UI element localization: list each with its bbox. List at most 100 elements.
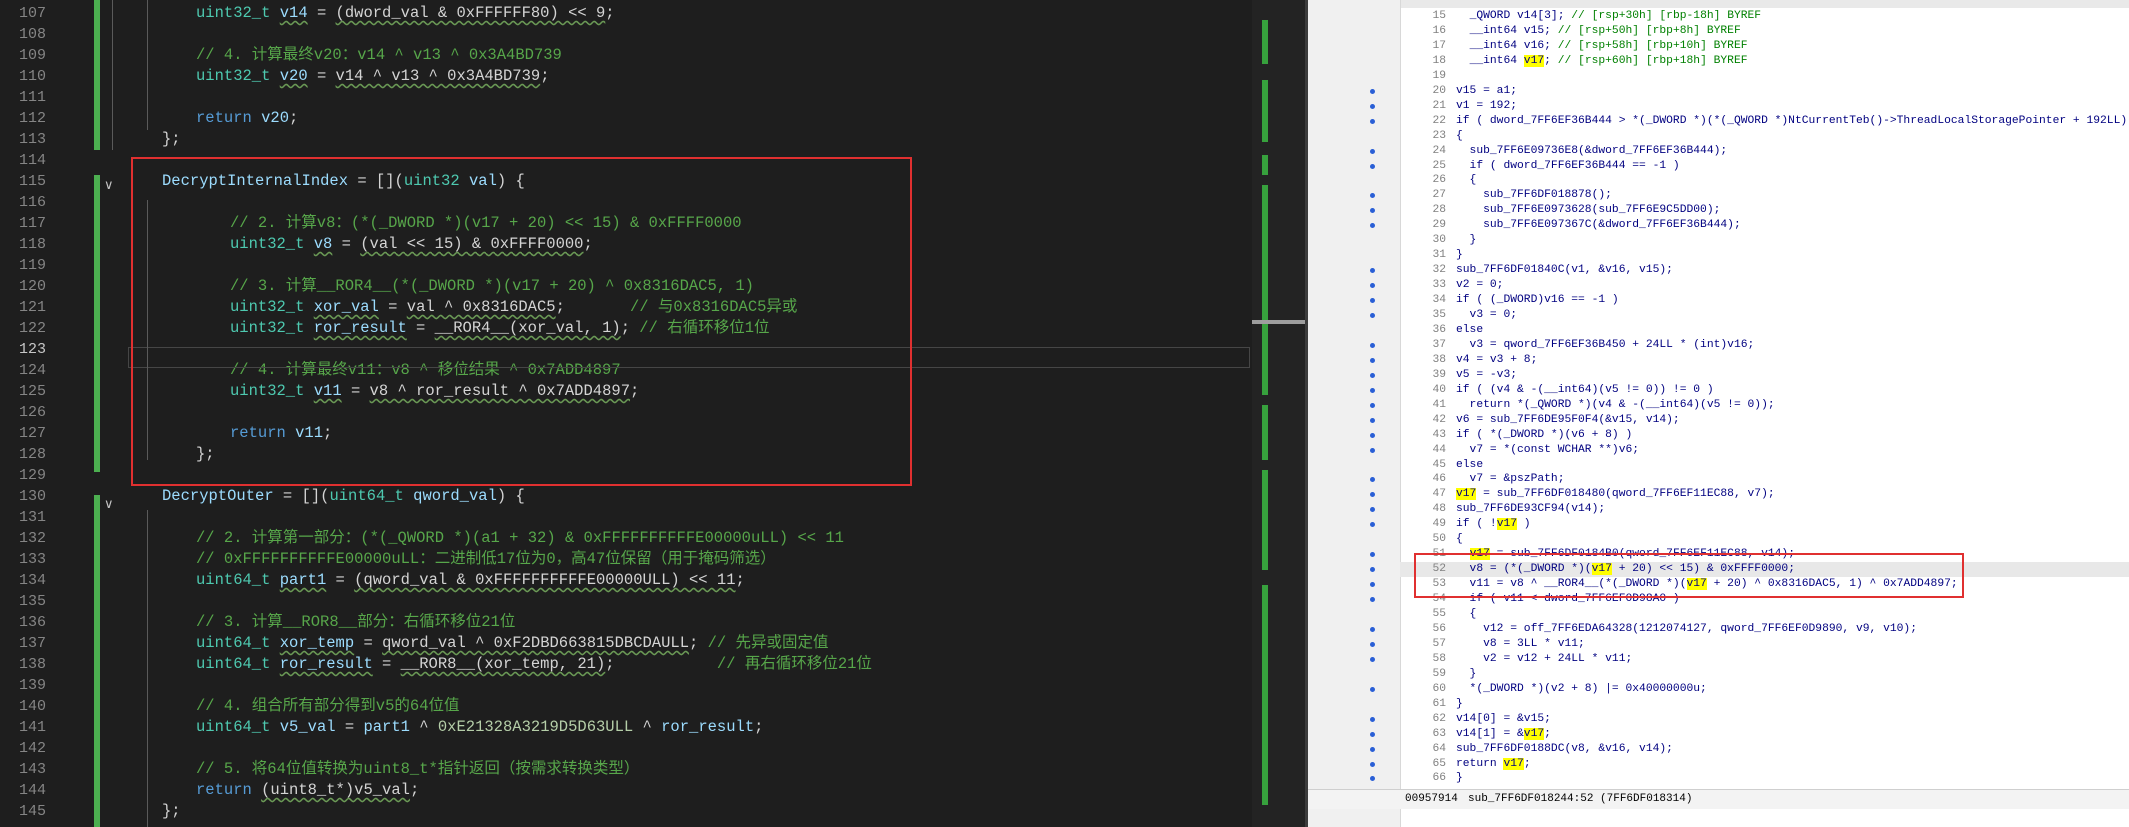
breakpoint-dot-icon[interactable] <box>1370 746 1375 752</box>
decompiler-line[interactable]: 32 sub_7FF6DF01840C(v1, &v16, v15); <box>1400 263 2129 278</box>
decompiler-token: { <box>1456 608 1477 620</box>
decompiler-line[interactable]: 43 if ( *(_DWORD *)(v6 + 8) ) <box>1400 428 2129 443</box>
decompiler-line[interactable]: 62 v14[0] = &v15; <box>1400 712 2129 727</box>
decompiler-token: v12 = off_7FF6EDA64328(1212074127, qword… <box>1456 622 1917 635</box>
fold-chevron-icon[interactable]: ∨ <box>104 497 114 512</box>
line-number: 116 <box>18 194 46 211</box>
code-line[interactable]: // 4. 计算最终v20：v14 ^ v13 ^ 0x3A4BD739 <box>196 45 562 66</box>
decompiler-line[interactable]: 33 v2 = 0; <box>1400 278 2129 293</box>
code-line[interactable]: return v20; <box>196 108 298 129</box>
breakpoint-dot-icon[interactable] <box>1370 342 1375 348</box>
decompiler-line[interactable]: 49 if ( !v17 ) <box>1400 517 2129 532</box>
breakpoint-dot-icon[interactable] <box>1370 103 1375 109</box>
decompiler-line[interactable]: 18 __int64 v17; // [rsp+60h] [rbp+18h] B… <box>1400 54 2129 69</box>
decompiler-line[interactable]: 38 v4 = v3 + 8; <box>1400 353 2129 368</box>
code-line[interactable]: // 3. 计算__ROR8__部分：右循环移位21位 <box>196 612 515 633</box>
decompiler-line[interactable]: 66} <box>1400 771 2129 786</box>
decompiler-line[interactable]: 64 sub_7FF6DF0188DC(v8, &v16, v14); <box>1400 742 2129 757</box>
decompiler-line[interactable]: 46 v7 = &pszPath; <box>1400 472 2129 487</box>
decompiler-line[interactable]: 28 sub_7FF6E0973628(sub_7FF6E9C5DD00); <box>1400 203 2129 218</box>
code-line[interactable]: DecryptOuter = [](uint64_t qword_val) { <box>162 486 525 507</box>
decompiler-token: { <box>1456 129 1463 142</box>
decompiler-line[interactable]: 34 if ( (_DWORD)v16 == -1 ) <box>1400 293 2129 308</box>
decompiler-line[interactable]: 31} <box>1400 248 2129 263</box>
breakpoint-dot-icon[interactable] <box>1370 357 1375 363</box>
breakpoint-dot-icon[interactable] <box>1370 402 1375 408</box>
breakpoint-dot-icon[interactable] <box>1370 118 1375 124</box>
code-line[interactable]: // 0xFFFFFFFFFFE00000uLL：二进制低17位为0，高47位保… <box>196 549 776 570</box>
decompiler-line[interactable]: 37 v3 = qword_7FF6EF36B450 + 24LL * (int… <box>1400 338 2129 353</box>
decompiler-line[interactable]: 42 v6 = sub_7FF6DE95F0F4(&v15, v14); <box>1400 413 2129 428</box>
breakpoint-dot-icon[interactable] <box>1370 163 1375 169</box>
decompiler-line[interactable]: 15 _QWORD v14[3]; // [rsp+30h] [rbp-18h]… <box>1400 9 2129 24</box>
decompiler-line[interactable]: 36 else <box>1400 323 2129 338</box>
decompiler-line[interactable]: 57 v8 = 3LL * v11; <box>1400 637 2129 652</box>
breakpoint-dot-icon[interactable] <box>1370 626 1375 632</box>
breakpoint-dot-icon[interactable] <box>1370 148 1375 154</box>
code-line[interactable]: return (uint8_t*)v5_val; <box>196 780 419 801</box>
decompiler-line[interactable]: 50 { <box>1400 532 2129 547</box>
editor-minimap[interactable] <box>1252 0 1305 827</box>
code-line[interactable]: }; <box>162 801 181 822</box>
code-line[interactable]: uint32_t v14 = (dword_val & 0xFFFFFF80) … <box>196 3 615 24</box>
decompiler-line[interactable]: 55 { <box>1400 607 2129 622</box>
decompiler-line[interactable]: 25 if ( dword_7FF6EF36B444 == -1 ) <box>1400 159 2129 174</box>
code-line[interactable]: // 4. 组合所有部分得到v5的64位值 <box>196 696 460 717</box>
fold-chevron-icon[interactable]: ∨ <box>104 178 114 193</box>
decompiler-line[interactable]: 21 v1 = 192; <box>1400 99 2129 114</box>
decompiler-line[interactable]: 16 __int64 v15; // [rsp+50h] [rbp+8h] BY… <box>1400 24 2129 39</box>
breakpoint-dot-icon[interactable] <box>1370 88 1375 94</box>
breakpoint-dot-icon[interactable] <box>1370 417 1375 423</box>
breakpoint-dot-icon[interactable] <box>1370 387 1375 393</box>
decompiler-line[interactable]: 29 sub_7FF6E097367C(&dword_7FF6EF36B444)… <box>1400 218 2129 233</box>
breakpoint-dot-icon[interactable] <box>1370 641 1375 647</box>
decompiler-line[interactable]: 61} <box>1400 697 2129 712</box>
code-line[interactable]: uint64_t ror_result = __ROR8__(xor_temp,… <box>196 654 872 675</box>
decompiler-line[interactable]: 39 v5 = -v3; <box>1400 368 2129 383</box>
code-line[interactable]: uint64_t xor_temp = qword_val ^ 0xF2DBD6… <box>196 633 829 654</box>
decompiler-line[interactable]: 41 return *(_QWORD *)(v4 & -(__int64)(v5… <box>1400 398 2129 413</box>
code-line[interactable]: uint64_t part1 = (qword_val & 0xFFFFFFFF… <box>196 570 745 591</box>
decompiler-token: v7 = *(const WCHAR **)v6; <box>1456 443 1640 456</box>
decompiler-line[interactable]: 24 sub_7FF6E09736E8(&dword_7FF6EF36B444)… <box>1400 144 2129 159</box>
breakpoint-dot-icon[interactable] <box>1370 447 1375 453</box>
line-number: 144 <box>18 782 46 799</box>
decompiler-line[interactable]: 60 *(_DWORD *)(v2 + 8) |= 0x40000000u; <box>1400 682 2129 697</box>
breakpoint-dot-icon[interactable] <box>1370 372 1375 378</box>
code-line[interactable]: uint32_t v20 = v14 ^ v13 ^ 0x3A4BD739; <box>196 66 550 87</box>
decompiler-line[interactable]: 47 v17 = sub_7FF6DF018480(qword_7FF6EF11E… <box>1400 487 2129 502</box>
decompiler-line[interactable]: 23 { <box>1400 129 2129 144</box>
breakpoint-dot-icon[interactable] <box>1370 432 1375 438</box>
decompiler-line[interactable]: 44 v7 = *(const WCHAR **)v6; <box>1400 443 2129 458</box>
breakpoint-dot-icon[interactable] <box>1370 313 1375 318</box>
code-editor-pane[interactable]: 107 108 109 110 111 112 113 114 115 116 117 118 119 1… <box>0 0 1305 827</box>
decompiler-line[interactable]: 45 else <box>1400 458 2129 473</box>
code-line[interactable]: }; <box>162 129 181 150</box>
breakpoint-dot-icon[interactable] <box>1370 716 1375 722</box>
breakpoint-dot-icon[interactable] <box>1370 656 1375 662</box>
decompiler-line[interactable]: 26 { <box>1400 173 2129 188</box>
decompiler-line[interactable]: 48 sub_7FF6DE93CF94(v14); <box>1400 502 2129 517</box>
decompiler-line[interactable]: 22 if ( dword_7FF6EF36B444 > *(_DWORD *)(… <box>1400 114 2129 129</box>
decompiler-line[interactable]: 20 v15 = a1; <box>1400 84 2129 99</box>
decompiler-line[interactable]: 56 v12 = off_7FF6EDA64328(1212074127, qw… <box>1400 622 2129 637</box>
decompiler-line[interactable]: 65 return v17; <box>1400 757 2129 772</box>
decompiler-pane[interactable]: 520 15 _QWORD v14[3]; // [rsp+30h] [rbp-… <box>1308 0 2129 827</box>
decompiler-line[interactable]: 40 if ( (v4 & -(__int64)(v5 != 0)) != 0 ) <box>1400 383 2129 398</box>
code-line[interactable]: // 5. 将64位值转换为uint8_t*指针返回（按需求转换类型） <box>196 759 639 780</box>
decompiler-line[interactable]: 63 v14[1] = &v17; <box>1400 727 2129 742</box>
decompiler-token: v17 <box>1456 488 1477 501</box>
breakpoint-dot-icon[interactable] <box>1370 761 1375 767</box>
decompiler-line[interactable]: 17 __int64 v16; // [rsp+58h] [rbp+10h] B… <box>1400 39 2129 54</box>
decompiler-line[interactable]: 35 v3 = 0; <box>1400 308 2129 323</box>
minimap-viewport[interactable] <box>1252 320 1305 324</box>
decompiler-line[interactable]: 27 sub_7FF6DF018878(); <box>1400 188 2129 203</box>
decompiler-line[interactable]: 19 <box>1400 69 2129 84</box>
decompiler-line[interactable]: 59 } <box>1400 667 2129 682</box>
decompiler-line[interactable]: 58 v2 = v12 + 24LL * v11; <box>1400 652 2129 667</box>
decompiler-line[interactable]: 30 } <box>1400 233 2129 248</box>
code-line[interactable]: uint64_t v5_val = part1 ^ 0xE21328A3219D… <box>196 717 763 738</box>
code-line[interactable]: // 2. 计算第一部分：(*(_QWORD *)(a1 + 32) & 0xF… <box>196 528 844 549</box>
breakpoint-dot-icon[interactable] <box>1370 686 1375 692</box>
breakpoint-dot-icon[interactable] <box>1370 731 1375 737</box>
